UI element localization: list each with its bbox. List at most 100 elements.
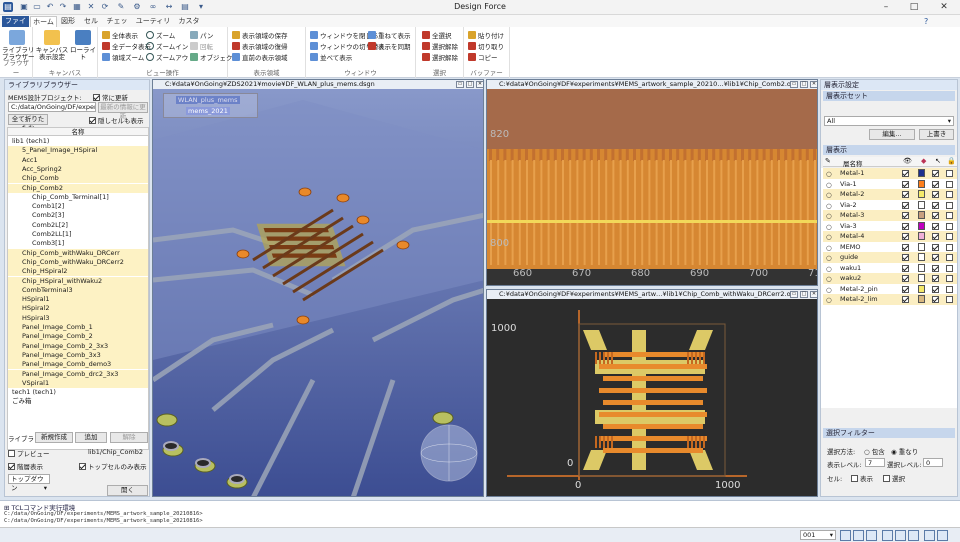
help-icon[interactable]: ? <box>924 17 928 26</box>
lock-checkbox[interactable] <box>946 212 953 219</box>
visible-checkbox[interactable] <box>902 170 909 177</box>
view-chip-comb2[interactable]: 820 800 C:¥data¥OnGoing¥DF¥experiments¥M… <box>486 79 818 286</box>
radio-icon[interactable]: ○ <box>826 295 832 306</box>
selectable-checkbox[interactable] <box>932 191 939 198</box>
tree-item[interactable]: tech1 (tech1) <box>8 388 148 397</box>
grid-icon[interactable]: ▤ <box>180 2 190 12</box>
visible-checkbox[interactable] <box>902 222 909 230</box>
tree-item[interactable]: HSpiral2 <box>8 304 148 314</box>
project-path-field[interactable]: C:/data/OnGoing/DF/experim <box>8 102 96 112</box>
snap-toggle-icon[interactable] <box>853 530 864 541</box>
tree-item[interactable]: CombTerminal3 <box>8 285 148 296</box>
sync-button[interactable]: 表示を同期 <box>368 41 411 51</box>
sel-level-stepper[interactable]: 0 <box>923 458 943 467</box>
color-swatch[interactable] <box>918 190 925 198</box>
open-icon[interactable]: ▭ <box>32 2 42 12</box>
copy-button[interactable]: コピー <box>468 52 498 62</box>
tree-item[interactable]: Panel_Image_Comb_3x3 <box>8 350 148 361</box>
auto-update-checkbox[interactable]: 常に更新 <box>93 92 128 102</box>
tile-button[interactable]: 並べて表示 <box>310 52 352 62</box>
save-area-button[interactable]: 表示領域の保存 <box>232 30 288 40</box>
maximize-button[interactable]: □ <box>900 0 928 15</box>
edit-layerset-button[interactable]: 編集... <box>869 129 915 140</box>
tree-item[interactable]: Acc_Spring2 <box>8 164 148 175</box>
visible-checkbox[interactable] <box>902 275 909 282</box>
selectable-checkbox[interactable] <box>932 170 939 177</box>
lock-checkbox[interactable] <box>946 264 953 272</box>
layer-row[interactable]: ○ waku2 <box>823 273 957 284</box>
view-2-close[interactable]: ✕ <box>810 81 817 88</box>
tree-item[interactable]: Chip_Comb <box>8 174 148 184</box>
top-only-checkbox[interactable]: トップセルのみ表示 <box>79 461 147 471</box>
lock-checkbox[interactable] <box>946 180 953 188</box>
view-3d[interactable]: C:¥data¥OnGoing¥ZDS2021¥movie¥DF_WLAN_pl… <box>152 79 484 497</box>
tab-cell[interactable]: セル <box>81 16 101 27</box>
lock-checkbox[interactable] <box>946 296 953 303</box>
layer-row[interactable]: ○ Metal-4 <box>823 231 957 242</box>
view-3d-restore[interactable]: ▭ <box>456 81 464 88</box>
tree-item[interactable]: Panel_Image_Comb_2 <box>8 332 148 342</box>
color-swatch[interactable] <box>918 284 925 293</box>
tree-item[interactable]: Chip_Comb2 <box>8 183 148 193</box>
color-swatch[interactable] <box>918 242 925 251</box>
zoom-button[interactable]: ズーム <box>146 30 175 40</box>
all-data-button[interactable]: 全データ表示 <box>102 41 151 51</box>
tree-item[interactable]: Comb3[1] <box>8 239 148 248</box>
view-2-max[interactable]: □ <box>800 81 808 88</box>
lock-checkbox[interactable] <box>946 170 953 177</box>
close-button[interactable]: ✕ <box>930 0 958 15</box>
layer-row[interactable]: ○ Via-3 <box>823 221 957 232</box>
visible-checkbox[interactable] <box>902 254 909 261</box>
selectable-checkbox[interactable] <box>932 212 939 219</box>
open-button[interactable]: 開く <box>107 485 148 496</box>
cut-button[interactable]: 切り取り <box>468 41 504 51</box>
view-chip-comb-waku[interactable]: 1000 0 0 1000 C:¥data¥OnGoing¥DF¥experim… <box>486 289 818 497</box>
layer-row[interactable]: ○ Metal-2 <box>823 189 957 200</box>
tree-item[interactable]: Comb2LL[1] <box>8 230 148 239</box>
layer-row[interactable]: ○ Metal-1 <box>823 168 957 179</box>
include-radio[interactable]: ○ 包含 <box>864 446 885 456</box>
tree-item[interactable]: 5_Panel_Image_HSpiral <box>8 146 148 156</box>
ortho-toggle-icon[interactable] <box>866 530 877 541</box>
lock-checkbox[interactable] <box>946 233 953 240</box>
grid-toggle-icon[interactable] <box>840 530 851 541</box>
lock-checkbox[interactable] <box>946 222 953 230</box>
selectable-checkbox[interactable] <box>932 296 939 303</box>
layer-row[interactable]: ○ guide <box>823 252 957 263</box>
select-all-button[interactable]: 全選択 <box>422 30 452 40</box>
color-swatch[interactable] <box>918 263 925 272</box>
measure-icon[interactable]: ↔ <box>164 2 174 12</box>
tab-shapes[interactable]: 図形 <box>58 16 78 27</box>
color-swatch[interactable] <box>918 211 925 219</box>
view-3-close[interactable]: ✕ <box>810 291 817 298</box>
paste-button[interactable]: 貼り付け <box>468 30 504 40</box>
disp-level-stepper[interactable]: 7 <box>865 458 885 467</box>
selectable-checkbox[interactable] <box>932 254 939 261</box>
color-swatch[interactable] <box>918 232 925 240</box>
new-library-button[interactable]: 新規作成 <box>35 432 73 443</box>
tree-item[interactable]: Panel_Image_Comb_2_3x3 <box>8 341 148 351</box>
selectable-checkbox[interactable] <box>932 275 939 282</box>
lock-checkbox[interactable] <box>946 201 953 209</box>
layer-row[interactable]: ○ Via-1 <box>823 179 957 190</box>
lock-checkbox[interactable] <box>946 275 953 282</box>
color-swatch[interactable] <box>918 169 925 177</box>
tree-item[interactable]: lib1 (tech1) <box>8 137 148 146</box>
lock-checkbox[interactable] <box>946 254 953 261</box>
tree-item[interactable]: Comb2L[2] <box>8 221 148 230</box>
3d-tree-item-mems[interactable]: mems_2021 <box>186 107 230 115</box>
tree-item[interactable]: Acc1 <box>8 155 148 165</box>
visible-checkbox[interactable] <box>902 243 909 251</box>
layer-show-checkbox[interactable]: 階層表示 <box>8 461 43 471</box>
preview-checkbox[interactable]: プレビュー <box>8 448 50 458</box>
3d-tree-item-wlan[interactable]: WLAN_plus_mems <box>176 96 240 104</box>
tree-item[interactable]: Chip_Comb_Terminal[1] <box>8 193 148 202</box>
fit-all-button[interactable]: 全体表示 <box>102 30 138 40</box>
color-swatch[interactable] <box>918 179 925 188</box>
link-icon[interactable]: ∞ <box>148 2 158 12</box>
lowlight-button[interactable]: ローライト <box>70 30 96 61</box>
layerset-select[interactable]: All ▾ <box>824 116 954 126</box>
remove-library-button[interactable]: 解除 <box>110 432 148 443</box>
selectable-checkbox[interactable] <box>932 201 939 209</box>
link-toggle-icon[interactable] <box>908 530 919 541</box>
